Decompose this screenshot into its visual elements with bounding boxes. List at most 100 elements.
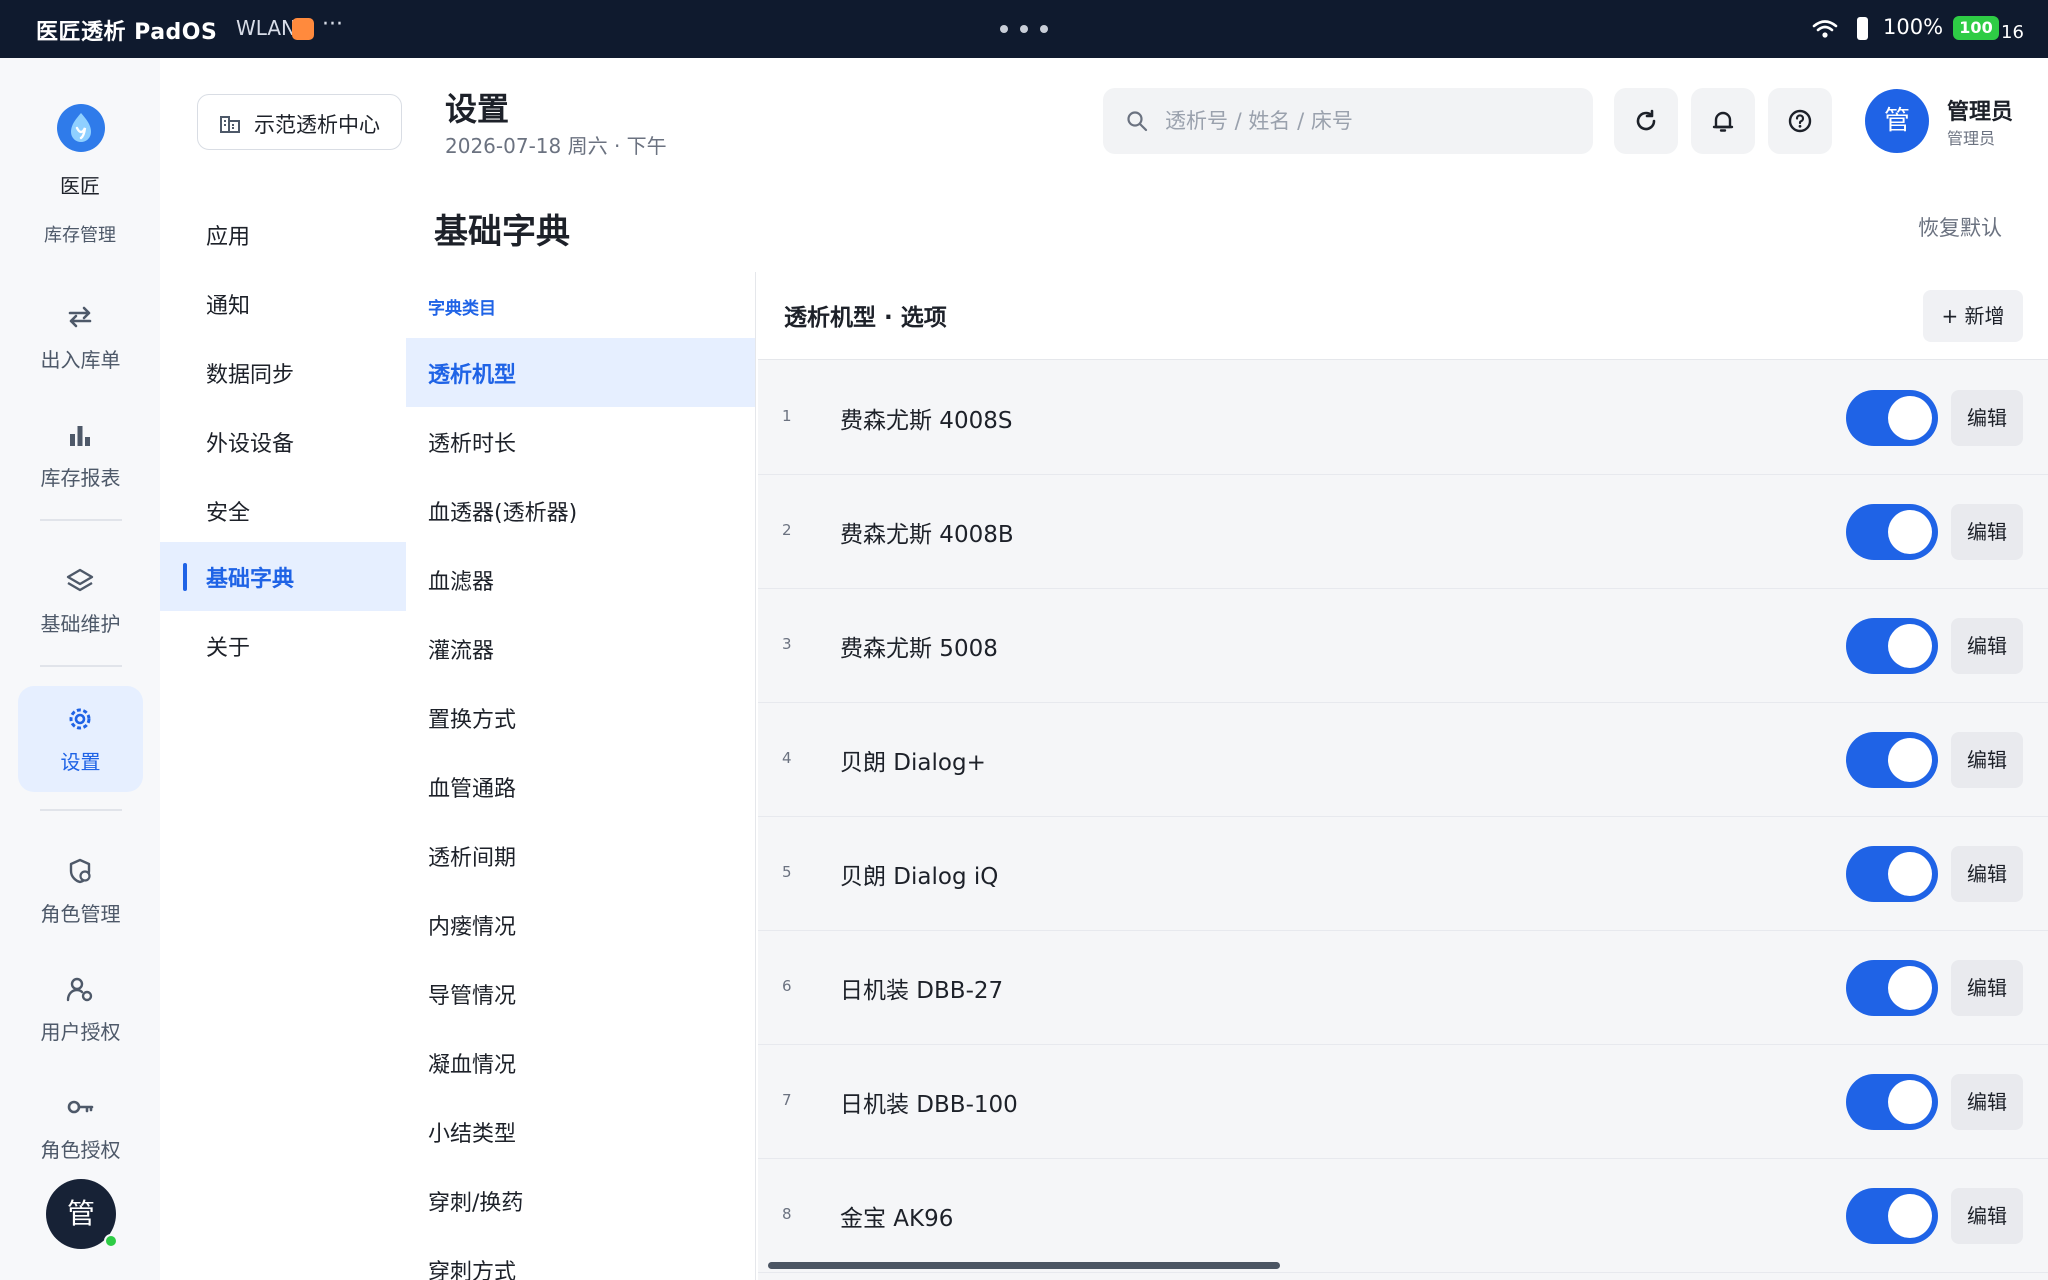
active-indicator: [183, 563, 187, 591]
edit-button[interactable]: 编辑: [1951, 504, 2023, 560]
enabled-toggle[interactable]: [1846, 846, 1938, 902]
status-bar: 医匠透析 PadOS WLAN ··· 100% 100 16: [0, 0, 2048, 58]
toggle-knob: [1888, 1080, 1932, 1124]
user-role: 管理员: [1947, 129, 1996, 148]
notifications-button[interactable]: [1691, 88, 1755, 154]
search-input[interactable]: [1165, 88, 1575, 154]
rail-item-label: 角色授权: [40, 1138, 121, 1162]
brand-logo-icon[interactable]: [57, 104, 105, 152]
settings-nav-item-basic-dictionary[interactable]: 基础字典: [160, 542, 406, 611]
rail-item-user-authorization[interactable]: 用户授权: [18, 956, 143, 1062]
enabled-toggle[interactable]: [1846, 960, 1938, 1016]
edit-button[interactable]: 编辑: [1951, 732, 2023, 788]
rail-item-basic-maintenance[interactable]: 基础维护: [18, 548, 143, 654]
category-item[interactable]: 灌流器: [406, 614, 755, 683]
rail-item-inout-orders[interactable]: 出入库单: [18, 284, 143, 390]
wifi-icon: [1812, 20, 1838, 38]
app-title: 医匠透析 PadOS: [36, 20, 218, 45]
center-selector-label: 示范透析中心: [254, 113, 380, 137]
category-item[interactable]: 内瘘情况: [406, 890, 755, 959]
category-label: 血管通路: [428, 777, 517, 802]
refresh-button[interactable]: [1614, 88, 1678, 154]
enabled-toggle[interactable]: [1846, 504, 1938, 560]
category-item[interactable]: 置换方式: [406, 683, 755, 752]
help-button[interactable]: [1768, 88, 1832, 154]
category-label: 穿刺/换药: [428, 1191, 524, 1216]
enabled-toggle[interactable]: [1846, 732, 1938, 788]
category-item[interactable]: 血滤器: [406, 545, 755, 614]
add-option-button[interactable]: + 新增: [1923, 290, 2023, 342]
option-index: 4: [782, 749, 792, 767]
multitask-dots-icon[interactable]: [1000, 20, 1048, 38]
rail-item-role-management[interactable]: 角色管理: [18, 838, 143, 944]
help-icon: [1788, 109, 1812, 133]
user-avatar[interactable]: 管: [1865, 89, 1929, 153]
battery-icon: [1857, 17, 1868, 40]
rail-item-settings[interactable]: 设置: [18, 686, 143, 792]
category-label: 透析间期: [428, 846, 517, 871]
enabled-toggle[interactable]: [1846, 390, 1938, 446]
toggle-knob: [1888, 852, 1932, 896]
settings-nav-item-peripherals[interactable]: 外设设备: [160, 407, 406, 476]
left-rail: 医匠 库存管理 出入库单 库存报表 基础维护 设置 角色管理 用户授权 角色授权…: [0, 58, 160, 1280]
category-item[interactable]: 穿刺方式: [406, 1235, 755, 1280]
dictionary-category-list: 字典类目 透析机型 透析时长 血透器(透析器) 血滤器 灌流器 置换方式 血管通…: [406, 272, 756, 1280]
settings-nav-item-about[interactable]: 关于: [160, 611, 406, 680]
edit-button[interactable]: 编辑: [1951, 1074, 2023, 1130]
settings-nav-label: 安全: [206, 501, 251, 526]
layers-icon: [65, 566, 95, 596]
edit-button[interactable]: 编辑: [1951, 1188, 2023, 1244]
edit-button[interactable]: 编辑: [1951, 960, 2023, 1016]
rail-item-label: 角色管理: [40, 902, 121, 926]
key-icon: [65, 1092, 95, 1122]
rail-item-label: 出入库单: [40, 348, 121, 372]
bar-chart-icon: [65, 420, 95, 450]
category-label: 置换方式: [428, 708, 517, 733]
refresh-icon: [1636, 109, 1656, 131]
category-item[interactable]: 穿刺/换药: [406, 1166, 755, 1235]
category-item[interactable]: 血管通路: [406, 752, 755, 821]
center-selector[interactable]: 示范透析中心: [197, 94, 402, 150]
option-index: 6: [782, 977, 792, 995]
settings-nav-item-security[interactable]: 安全: [160, 476, 406, 545]
category-item[interactable]: 导管情况: [406, 959, 755, 1028]
edit-button[interactable]: 编辑: [1951, 846, 2023, 902]
category-item[interactable]: 凝血情况: [406, 1028, 755, 1097]
options-header: 透析机型 · 选项 + 新增: [758, 272, 2048, 360]
page-date: 2026-07-18 周六 · 下午: [445, 134, 667, 158]
enabled-toggle[interactable]: [1846, 1188, 1938, 1244]
reset-defaults-button[interactable]: 恢复默认: [1918, 212, 2002, 242]
settings-nav-item-data-sync[interactable]: 数据同步: [160, 338, 406, 407]
category-item[interactable]: 小结类型: [406, 1097, 755, 1166]
edit-button[interactable]: 编辑: [1951, 618, 2023, 674]
search-box[interactable]: [1103, 88, 1593, 154]
settings-nav-item-app[interactable]: 应用: [160, 200, 406, 269]
category-item[interactable]: 血透器(透析器): [406, 476, 755, 545]
enabled-toggle[interactable]: [1846, 1074, 1938, 1130]
enabled-toggle[interactable]: [1846, 618, 1938, 674]
category-item[interactable]: 透析时长: [406, 407, 755, 476]
category-label: 血透器(透析器): [428, 501, 578, 526]
edit-button[interactable]: 编辑: [1951, 390, 2023, 446]
bell-icon: [1712, 111, 1734, 132]
rail-item-label: 库存报表: [40, 466, 121, 490]
option-row: 2 费森尤斯 4008B 编辑: [758, 475, 2048, 589]
option-index: 7: [782, 1091, 792, 1109]
category-label: 穿刺方式: [428, 1260, 517, 1280]
option-row: 8 金宝 AK96 编辑: [758, 1159, 2048, 1273]
settings-nav-label: 通知: [206, 294, 251, 319]
horizontal-scrollbar[interactable]: [768, 1262, 1280, 1269]
shield-user-icon: [65, 856, 95, 886]
category-label: 小结类型: [428, 1122, 517, 1147]
rail-item-label: 设置: [60, 750, 101, 774]
category-item[interactable]: 透析间期: [406, 821, 755, 890]
rail-item-role-authorization[interactable]: 角色授权: [18, 1074, 143, 1180]
battery-badge: 100: [1953, 16, 1999, 40]
brand-subtitle: 库存管理: [44, 225, 116, 246]
category-label: 血滤器: [428, 570, 495, 595]
rail-divider: [40, 519, 122, 521]
rail-item-inventory-report[interactable]: 库存报表: [18, 402, 143, 508]
category-item[interactable]: 透析机型: [406, 338, 755, 407]
toggle-knob: [1888, 738, 1932, 782]
settings-nav-item-notifications[interactable]: 通知: [160, 269, 406, 338]
